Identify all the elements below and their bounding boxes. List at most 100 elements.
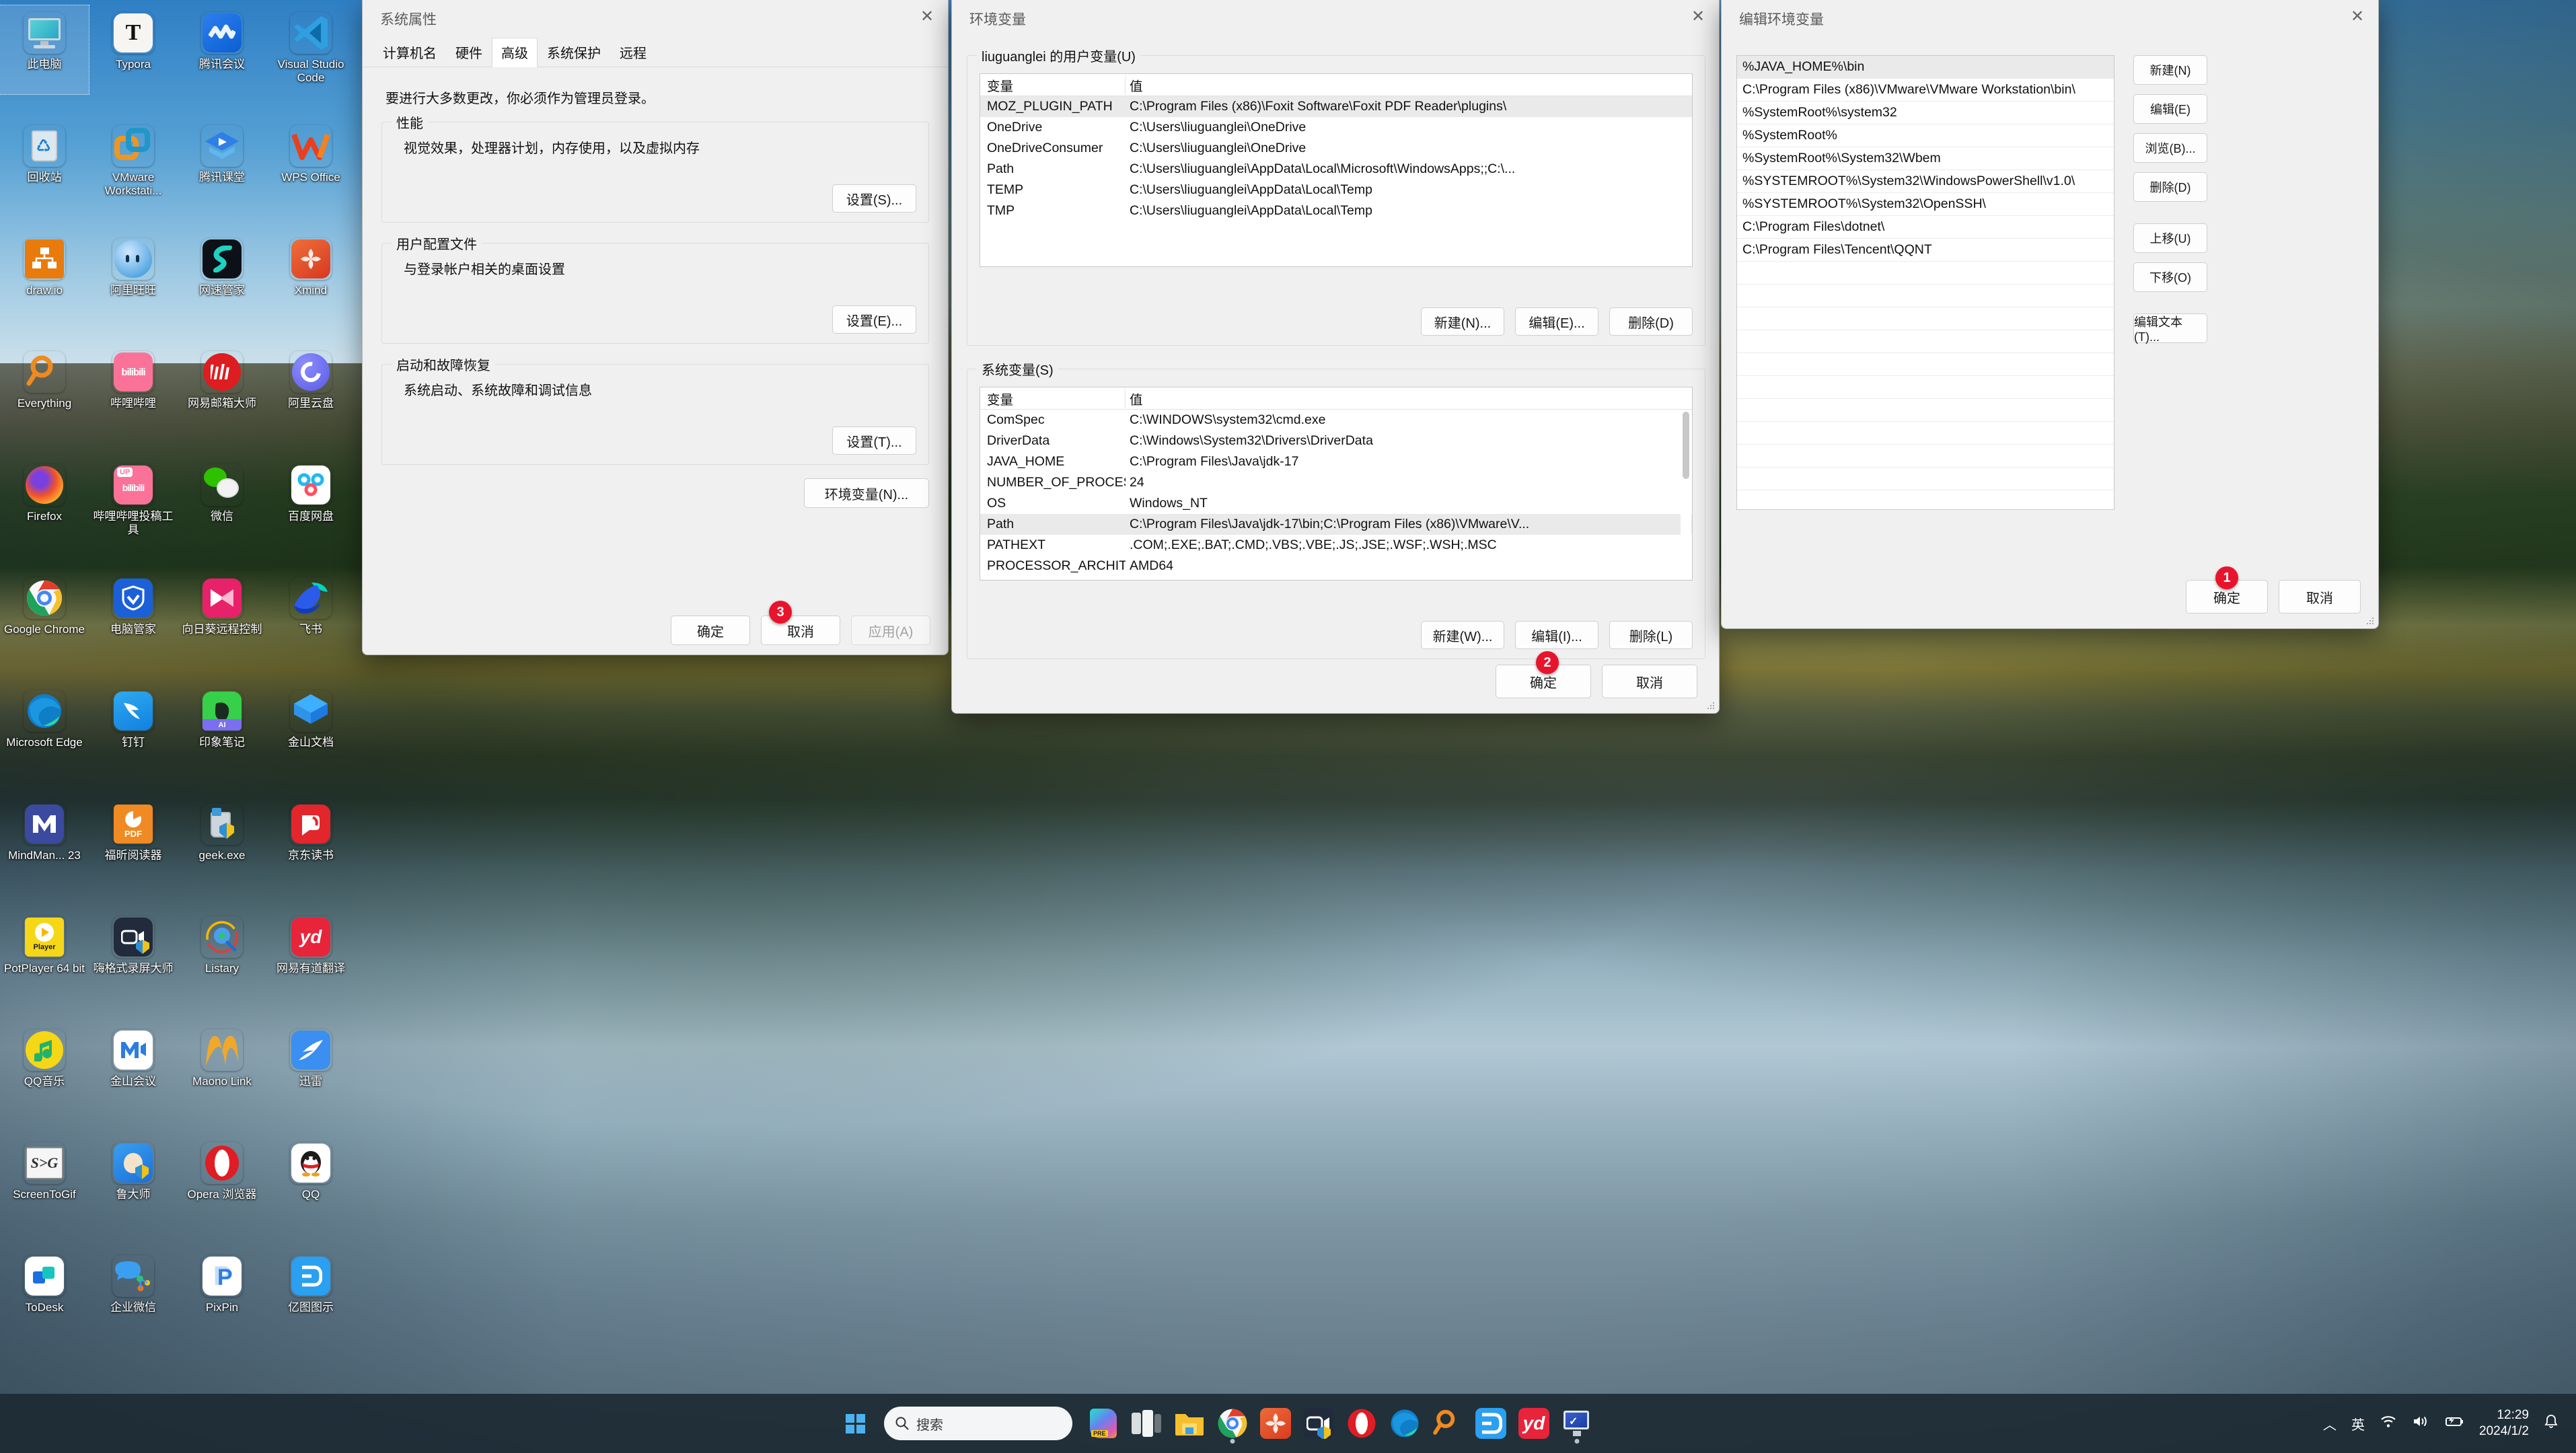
table-row[interactable]: OneDriveConsumer C:\Users\liuguanglei\One… <box>980 138 1692 159</box>
wifi-icon[interactable] <box>2380 1414 2397 1433</box>
desktop-icon-firefox[interactable]: Firefox <box>0 457 89 570</box>
desktop-icon-opera[interactable]: Opera 浏览器 <box>178 1135 266 1249</box>
desktop-icon-jd-read[interactable]: 京东读书 <box>266 796 355 909</box>
table-row[interactable]: MOZ_PLUGIN_PATH C:\Program Files (x86)\Fo… <box>980 96 1692 117</box>
delete-button[interactable]: 删除(D) <box>2133 172 2207 202</box>
desktop-icon-todesk[interactable]: ToDesk <box>0 1249 89 1362</box>
tab-2[interactable]: 高级 <box>492 38 538 67</box>
group-settings-button[interactable]: 设置(E)... <box>832 305 916 334</box>
environment-variables-dialog[interactable]: 环境变量 ✕ liuguanglei 的用户变量(U) 变量值 MOZ_PLUGI… <box>951 0 1720 714</box>
desktop-icon-qq[interactable]: QQ <box>266 1135 355 1249</box>
desktop-icon-xmind[interactable]: Xmind <box>266 231 355 344</box>
titlebar[interactable]: 系统属性 ✕ <box>363 0 948 38</box>
path-entry-row[interactable]: C:\Program Files\dotnet\ <box>1737 216 2114 239</box>
system-edit-button[interactable]: 编辑(I)... <box>1515 621 1598 649</box>
cancel-button[interactable]: 取消 <box>2279 580 2361 613</box>
desktop-icon-mindmanager[interactable]: MindMan... 23 <box>0 796 89 909</box>
desktop-icon-aliyun-drive[interactable]: 阿里云盘 <box>266 344 355 457</box>
desktop-icon-kingsoft-docs[interactable]: 金山文档 <box>266 683 355 796</box>
desktop-icon-screentogif[interactable]: S>G ScreenToGif <box>0 1135 89 1249</box>
tab-4[interactable]: 远程 <box>610 38 656 67</box>
tab-3[interactable]: 系统保护 <box>538 38 610 67</box>
user-variables-list[interactable]: 变量值 MOZ_PLUGIN_PATH C:\Program Files (x86)… <box>980 73 1693 267</box>
desktop-icon-edraw[interactable]: 亿图图示 <box>266 1249 355 1362</box>
system-properties-dialog[interactable]: 系统属性 ✕ 计算机名 硬件 高级 系统保护 远程 要进行大多数更改，你必须作为管理员登… <box>362 0 949 655</box>
resize-grip[interactable] <box>2366 617 2374 625</box>
system-delete-button[interactable]: 删除(L) <box>1609 621 1693 649</box>
taskbar-item-task-view[interactable] <box>1125 1402 1168 1445</box>
path-entry-row-empty[interactable] <box>1737 376 2114 399</box>
user-edit-button[interactable]: 编辑(E)... <box>1515 307 1598 336</box>
desktop-icon-potplayer[interactable]: Player PotPlayer 64 bit <box>0 909 89 1022</box>
ok-button[interactable]: 确定 <box>671 616 750 645</box>
start-button[interactable] <box>834 1402 877 1445</box>
table-row[interactable]: OS Windows_NT <box>980 493 1692 514</box>
system-variables-list[interactable]: 变量值 ComSpec C:\WINDOWS\system32\cmd.exe Dr… <box>980 387 1693 581</box>
browse-button[interactable]: 浏览(B)... <box>2133 133 2207 163</box>
new-button[interactable]: 新建(N) <box>2133 55 2207 85</box>
desktop-icon-wechat[interactable]: 微信 <box>178 457 266 570</box>
taskbar-item-chrome[interactable] <box>1211 1402 1254 1445</box>
desktop-icon-dingtalk[interactable]: 钉钉 <box>89 683 178 796</box>
table-row[interactable]: JAVA_HOME C:\Program Files\Java\jdk-17 <box>980 451 1692 472</box>
close-icon[interactable]: ✕ <box>906 0 948 32</box>
taskbar-item-system-properties[interactable]: ✓ <box>1555 1402 1598 1445</box>
desktop-icon-geek-uninstaller[interactable]: geek.exe <box>178 796 266 909</box>
path-entry-row-empty[interactable] <box>1737 307 2114 330</box>
desktop-icon-wps-office[interactable]: WPS Office <box>266 118 355 231</box>
table-row[interactable]: OneDrive C:\Users\liuguanglei\OneDrive <box>980 117 1692 138</box>
desktop-icon-recycle-bin[interactable]: ♺ 回收站 <box>0 118 89 231</box>
desktop-icon-feishu[interactable]: 飞书 <box>266 570 355 683</box>
scrollbar-thumb[interactable] <box>1683 412 1689 479</box>
desktop-icon-vmware[interactable]: VMware Workstati... <box>89 118 178 231</box>
path-entries-list[interactable]: %JAVA_HOME%\bin C:\Program Files (x86)\VM… <box>1736 55 2114 510</box>
desktop-icon-bilibili-upload[interactable]: UP bilibili 哔哩哔哩投稿工具 <box>89 457 178 570</box>
cancel-button[interactable]: 取消 <box>1602 665 1697 698</box>
desktop-icon-tencent-ketang[interactable]: 腾讯课堂 <box>178 118 266 231</box>
desktop-icon-drawio[interactable]: draw.io <box>0 231 89 344</box>
table-row[interactable]: TEMP C:\Users\liuguanglei\AppData\Local\T… <box>980 180 1692 200</box>
path-entry-row-empty[interactable] <box>1737 285 2114 307</box>
path-entry-row[interactable]: C:\Program Files\Tencent\QQNT <box>1737 239 2114 262</box>
bell-icon[interactable] <box>2544 1413 2559 1433</box>
move-down-button[interactable]: 下移(O) <box>2133 262 2207 292</box>
desktop-icon-youdao-translate[interactable]: yd 网易有道翻译 <box>266 909 355 1022</box>
system-tray[interactable]: ︿ 英 12:29 2024/1/2 <box>2323 1407 2559 1440</box>
path-entry-row[interactable]: %SystemRoot% <box>1737 124 2114 147</box>
desktop-icon-baidu-netdisk[interactable]: 百度网盘 <box>266 457 355 570</box>
table-row[interactable]: DriverData C:\Windows\System32\Drivers\Dr… <box>980 431 1692 451</box>
resize-grip[interactable] <box>1707 702 1715 710</box>
edit-button[interactable]: 编辑(E) <box>2133 94 2207 124</box>
desktop-icon-pixpin[interactable]: P P PixPin <box>178 1249 266 1362</box>
move-up-button[interactable]: 上移(U) <box>2133 223 2207 253</box>
desktop-icon-tencent-meeting[interactable]: 腾讯会议 <box>178 5 266 118</box>
battery-icon[interactable] <box>2444 1414 2464 1433</box>
titlebar[interactable]: 环境变量 ✕ <box>952 0 1719 38</box>
table-row[interactable]: NUMBER_OF_PROCESSORS 24 <box>980 472 1692 493</box>
system-new-button[interactable]: 新建(W)... <box>1421 621 1504 649</box>
tab-0[interactable]: 计算机名 <box>373 38 446 67</box>
edit-environment-variable-dialog[interactable]: 编辑环境变量 ✕ %JAVA_HOME%\bin C:\Program Files… <box>1721 0 2379 629</box>
path-entry-row-empty[interactable] <box>1737 490 2114 509</box>
desktop-icon-netspeed[interactable]: 网速管家 <box>178 231 266 344</box>
desktop-icon-everything[interactable]: Everything <box>0 344 89 457</box>
group-settings-button[interactable]: 设置(T)... <box>832 426 916 455</box>
taskbar-item-higeshi-recorder[interactable] <box>1297 1402 1340 1445</box>
path-entry-row-empty[interactable] <box>1737 445 2114 468</box>
taskbar-item-edge[interactable] <box>1383 1402 1426 1445</box>
desktop-icon-maono-link[interactable]: Maono Link <box>178 1022 266 1135</box>
taskbar-item-xmind[interactable] <box>1254 1402 1297 1445</box>
desktop-icon-thunder[interactable]: 迅雷 <box>266 1022 355 1135</box>
desktop-icon-aliwangwang[interactable]: 阿里旺旺 <box>89 231 178 344</box>
path-entry-row-empty[interactable] <box>1737 422 2114 445</box>
taskbar-item-youdao-translate[interactable]: yd <box>1512 1402 1555 1445</box>
desktop-icon-higeshi-recorder[interactable]: 嗨格式录屏大师 <box>89 909 178 1022</box>
desktop-icon-listary[interactable]: Listary <box>178 909 266 1022</box>
path-entry-row-empty[interactable] <box>1737 399 2114 422</box>
search-input[interactable]: 搜索 <box>884 1407 1072 1440</box>
table-row[interactable]: PROCESSOR_ARCHITECTURE AMD64 <box>980 556 1692 576</box>
path-entry-row-empty[interactable] <box>1737 262 2114 285</box>
table-row[interactable]: Path C:\Program Files\Java\jdk-17\bin;C:\… <box>980 514 1692 535</box>
desktop-icon-bilibili[interactable]: bilibili 哔哩哔哩 <box>89 344 178 457</box>
desktop-icon-typora[interactable]: T Typora <box>89 5 178 118</box>
